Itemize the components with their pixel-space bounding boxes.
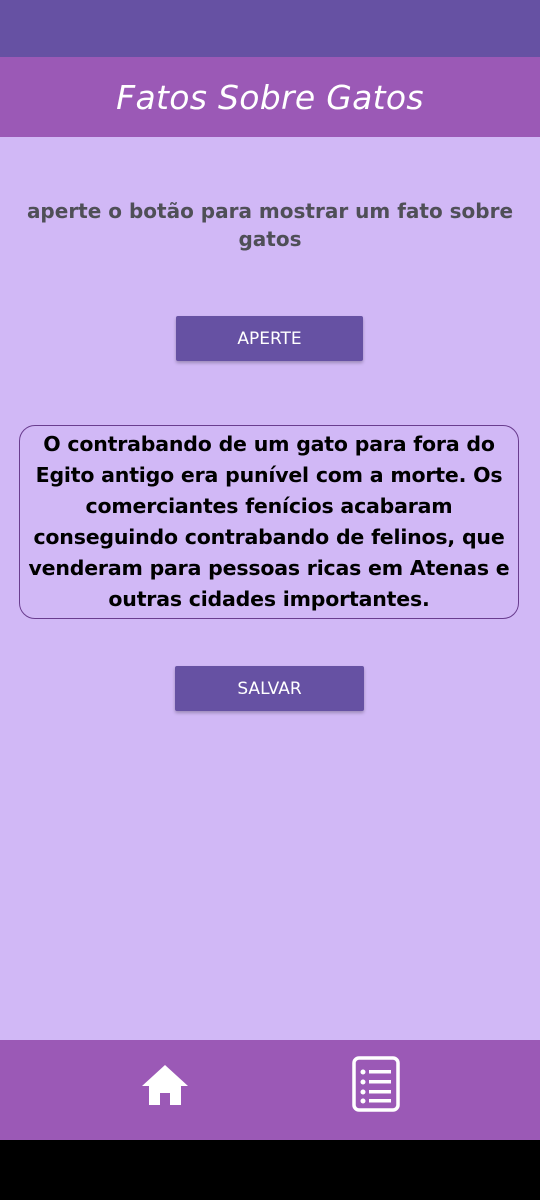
nav-list-button[interactable] xyxy=(348,1053,404,1115)
status-bar xyxy=(0,0,540,57)
instruction-text: aperte o botão para mostrar um fato sobr… xyxy=(26,199,514,251)
show-fact-button[interactable]: APERTE xyxy=(176,316,363,361)
home-icon xyxy=(142,1065,188,1105)
bottom-nav xyxy=(0,1040,540,1140)
app-title: Fatos Sobre Gatos xyxy=(116,77,424,117)
nav-home-button[interactable] xyxy=(138,1058,192,1112)
fact-text: O contrabando de um gato para fora do Eg… xyxy=(28,432,510,611)
save-fact-button[interactable]: SALVAR xyxy=(175,666,364,711)
list-icon xyxy=(352,1056,400,1112)
app-bar: Fatos Sobre Gatos xyxy=(0,57,540,137)
main-content: aperte o botão para mostrar um fato sobr… xyxy=(0,137,540,1040)
fact-card: O contrabando de um gato para fora do Eg… xyxy=(19,425,519,619)
system-navigation-bar xyxy=(0,1140,540,1200)
